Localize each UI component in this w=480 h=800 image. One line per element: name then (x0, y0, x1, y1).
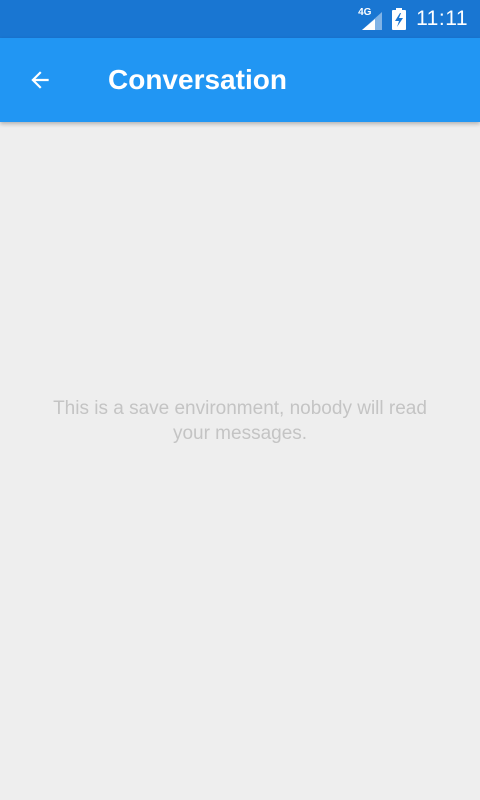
status-time: 11:11 (416, 7, 468, 30)
status-icons: 4G 11:11 (358, 0, 468, 38)
empty-conversation-message: This is a save environment, nobody will … (53, 398, 427, 444)
battery-charging-icon (392, 8, 407, 30)
app-bar: Conversation (0, 38, 480, 122)
signal-icon: 4G (358, 7, 383, 30)
status-bar: 4G 11:11 (0, 0, 480, 38)
page-title: Conversation (108, 64, 287, 95)
conversation-area: This is a save environment, nobody will … (0, 122, 480, 800)
back-button[interactable] (18, 58, 62, 102)
arrow-back-icon (31, 71, 49, 89)
